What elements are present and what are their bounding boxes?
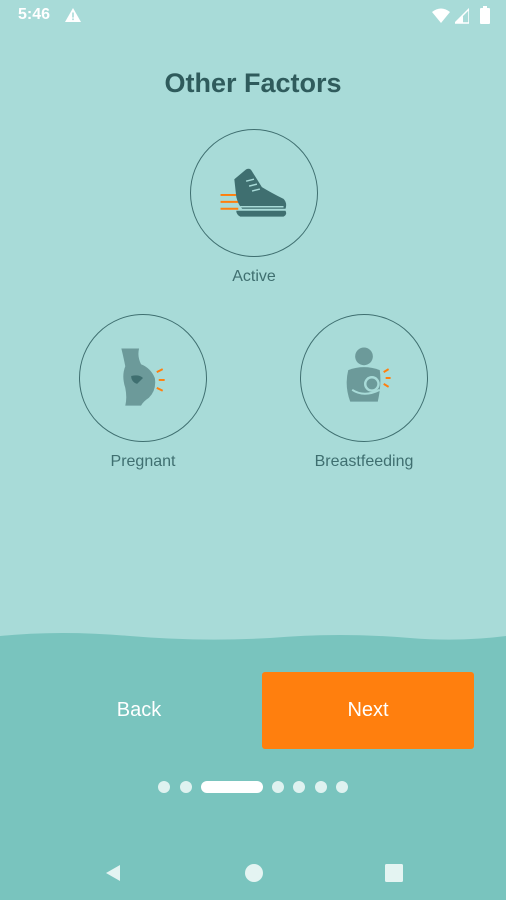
page-dot bbox=[158, 781, 170, 793]
sneaker-icon bbox=[220, 168, 287, 217]
next-button[interactable]: Next bbox=[262, 672, 474, 749]
battery-icon bbox=[480, 6, 490, 24]
breastfeeding-icon bbox=[346, 347, 391, 402]
pregnant-icon bbox=[121, 348, 165, 406]
warning-icon bbox=[65, 8, 81, 22]
active-label: Active bbox=[232, 268, 276, 285]
status-time: 5:46 bbox=[18, 6, 51, 23]
back-button[interactable]: Back bbox=[60, 672, 218, 749]
pagination-dots bbox=[0, 781, 506, 795]
navigation-bar bbox=[0, 846, 506, 900]
signal-icon bbox=[455, 8, 469, 24]
wifi-icon bbox=[432, 8, 450, 23]
page-dot-active bbox=[201, 781, 263, 793]
page-dot bbox=[272, 781, 284, 793]
status-bar: 5:46 bbox=[0, 0, 506, 32]
page-dot bbox=[180, 781, 192, 793]
nav-back-icon[interactable] bbox=[102, 862, 124, 884]
pregnant-option[interactable] bbox=[79, 314, 207, 442]
page-title: Other Factors bbox=[164, 68, 342, 98]
active-option[interactable] bbox=[190, 129, 318, 257]
screen: 5:46 Other Factors Active Pregnant Breas… bbox=[0, 0, 506, 900]
page-dot bbox=[336, 781, 348, 793]
breastfeeding-option[interactable] bbox=[300, 314, 428, 442]
nav-recents-icon[interactable] bbox=[383, 862, 405, 884]
pregnant-label: Pregnant bbox=[110, 453, 176, 470]
page-dot bbox=[293, 781, 305, 793]
page-dot bbox=[315, 781, 327, 793]
nav-home-icon[interactable] bbox=[243, 862, 265, 884]
breastfeeding-label: Breastfeeding bbox=[314, 453, 414, 470]
